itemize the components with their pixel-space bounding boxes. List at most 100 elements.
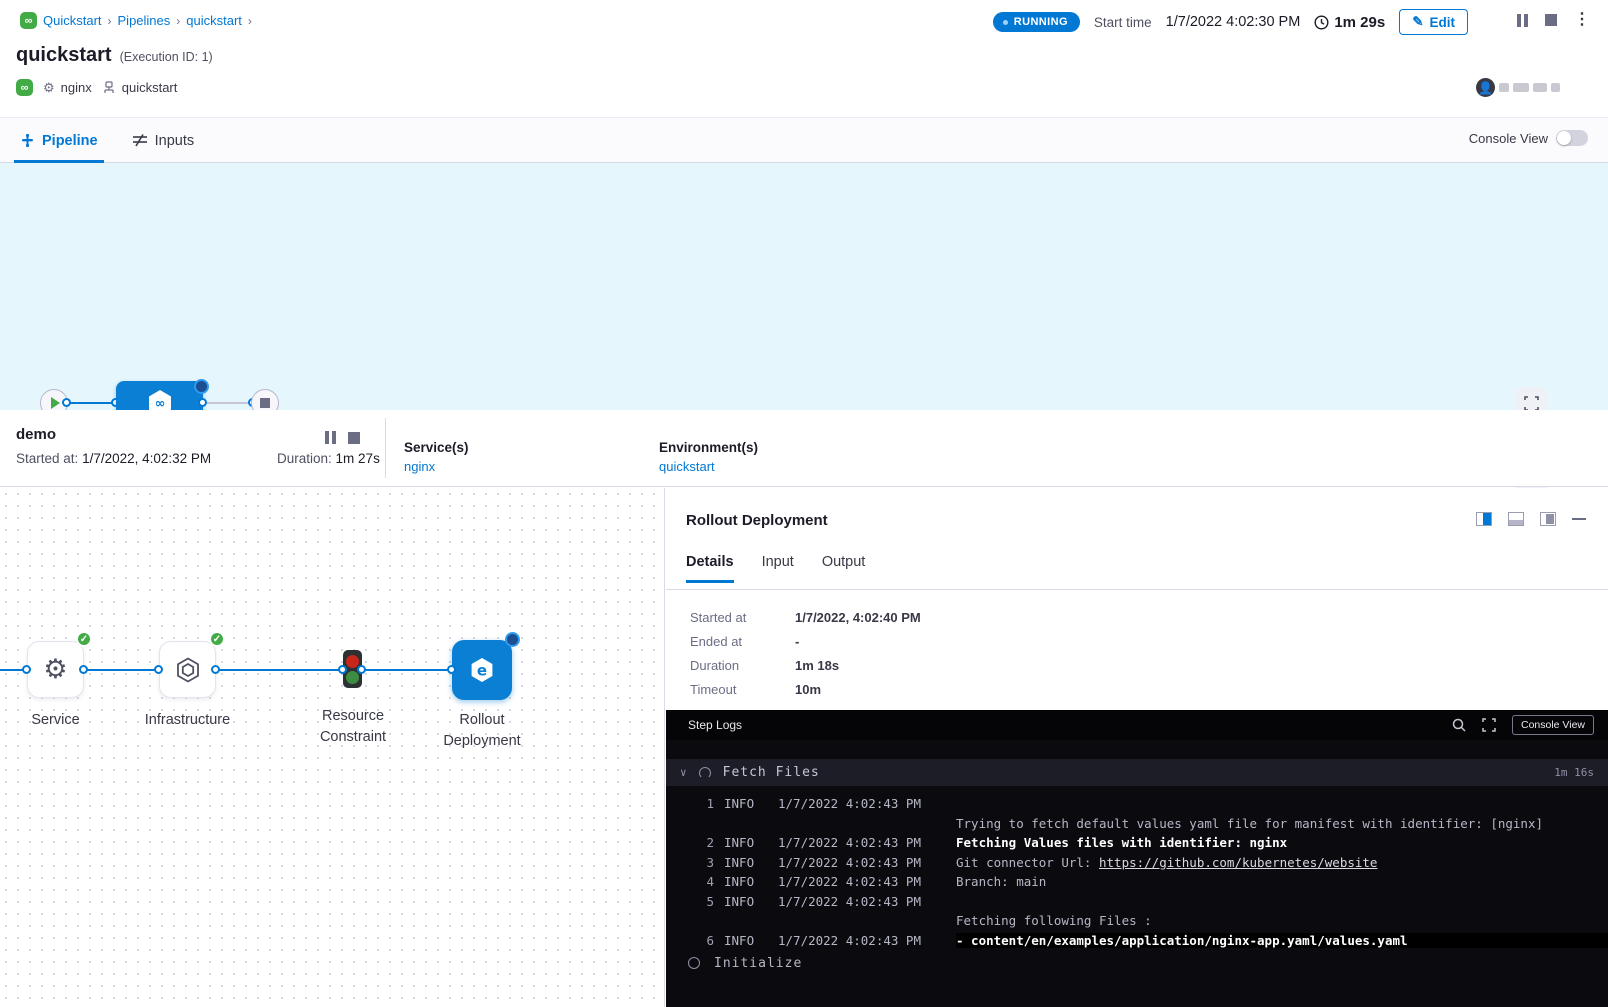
breadcrumb-separator: › (248, 14, 252, 28)
git-url-link[interactable]: https://github.com/kubernetes/website (1099, 855, 1377, 870)
step-details-table: Started at1/7/2022, 4:02:40 PM Ended at-… (690, 610, 921, 706)
gear-icon: ⚙ (43, 654, 67, 685)
view-tab-bar: Pipeline Inputs Console View (0, 117, 1608, 163)
duration-label: Duration: (277, 451, 332, 466)
play-icon (51, 397, 60, 409)
step-label-infrastructure: Infrastructure (122, 710, 253, 731)
step-node-rollout-deployment[interactable]: e (452, 640, 512, 700)
tab-inputs[interactable]: Inputs (132, 118, 195, 163)
detail-row: Duration1m 18s (690, 658, 921, 673)
log-line: 3INFO1/7/2022 4:02:43 PM Git connector U… (666, 853, 1608, 873)
breadcrumb-quickstart[interactable]: Quickstart (43, 13, 102, 28)
breadcrumb: ∞ Quickstart › Pipelines › quickstart › (20, 12, 252, 29)
service-tag[interactable]: ⚙ nginx (43, 80, 92, 96)
detail-row: Ended at- (690, 634, 921, 649)
layout-minimized-view-button[interactable] (1540, 512, 1556, 526)
service-link[interactable]: nginx (404, 459, 469, 474)
status-spinner-icon (1003, 20, 1008, 25)
log-section-initialize[interactable]: Initialize (666, 949, 1608, 977)
step-logs-panel: Step Logs Console View ∨ Fetch Files 1m … (666, 710, 1608, 1007)
gear-icon: ⚙ (43, 80, 55, 96)
breadcrumb-separator: › (176, 14, 180, 28)
connector-dot (211, 665, 220, 674)
log-line: Trying to fetch default values yaml file… (666, 814, 1608, 834)
stage-pause-button[interactable] (325, 431, 336, 444)
status-badge: RUNNING (993, 12, 1080, 32)
avatar-icon: 👤 (1476, 78, 1495, 97)
tab-input[interactable]: Input (762, 554, 794, 583)
log-line: 6INFO1/7/2022 4:02:43 PM- content/en/exa… (666, 931, 1608, 951)
abort-button[interactable] (1545, 14, 1557, 26)
start-time-value: 1/7/2022 4:02:30 PM (1166, 14, 1301, 30)
log-section-fetch-files[interactable]: ∨ Fetch Files 1m 16s (666, 759, 1608, 786)
tab-pipeline[interactable]: Pipeline (20, 118, 98, 163)
search-icon[interactable] (1452, 718, 1466, 732)
expand-icon[interactable] (1482, 718, 1496, 732)
pause-button[interactable] (1517, 14, 1528, 27)
elapsed-time: 1m 29s (1314, 14, 1385, 31)
start-time-label: Start time (1094, 15, 1152, 30)
environments-label: Environment(s) (659, 440, 758, 455)
duration-value: 1m 27s (336, 451, 380, 466)
connector-dot (79, 665, 88, 674)
loading-spinner-icon (699, 767, 711, 779)
step-node-infrastructure[interactable] (159, 641, 216, 698)
environment-link[interactable]: quickstart (659, 459, 758, 474)
redacted-text (1533, 83, 1547, 92)
svg-text:e: e (477, 662, 487, 680)
pending-circle-icon (688, 957, 700, 969)
log-lines[interactable]: 1INFO1/7/2022 4:02:43 PM Trying to fetch… (666, 794, 1608, 950)
traffic-light-red-icon (346, 655, 359, 668)
tab-output[interactable]: Output (822, 554, 866, 583)
step-node-service[interactable]: ⚙ (27, 641, 84, 698)
inputs-icon (132, 133, 148, 148)
breadcrumb-separator: › (108, 14, 112, 28)
more-options-button[interactable]: ⋮ (1574, 12, 1590, 28)
layout-bottom-view-button[interactable] (1508, 512, 1524, 526)
environment-tag[interactable]: quickstart (102, 80, 178, 95)
fullscreen-icon (1524, 396, 1539, 411)
service-tag-label: nginx (61, 80, 92, 95)
success-check-icon: ✓ (209, 631, 225, 647)
execution-graph-canvas[interactable]: ⚙ ✓ ✓ e Service Infrastructure ResourceC… (0, 488, 665, 1007)
success-check-icon: ✓ (76, 631, 92, 647)
step-detail-panel: Rollout Deployment Details Input Output … (666, 488, 1608, 1007)
step-label-rollout-deployment: RolloutDeployment (432, 710, 532, 752)
user-info: 👤 (1476, 78, 1560, 97)
minimize-panel-button[interactable] (1572, 518, 1586, 520)
detail-row: Started at1/7/2022, 4:02:40 PM (690, 610, 921, 625)
tab-details[interactable]: Details (686, 554, 734, 583)
traffic-light-green-icon (346, 671, 359, 684)
log-line: 2INFO1/7/2022 4:02:43 PMFetching Values … (666, 833, 1608, 853)
log-section-duration: 1m 16s (1554, 766, 1594, 779)
connector-dot (198, 398, 207, 407)
stage-stop-button[interactable] (348, 432, 360, 444)
started-at-value: 1/7/2022, 4:02:32 PM (82, 451, 211, 466)
stage-summary-bar: demo Started at: 1/7/2022, 4:02:32 PM Du… (0, 410, 1608, 487)
clock-icon (1314, 15, 1329, 30)
log-section-name: Fetch Files (723, 765, 820, 780)
running-spinner-icon (194, 379, 209, 394)
environment-tag-label: quickstart (122, 80, 178, 95)
console-view-toggle[interactable] (1556, 130, 1588, 146)
pipeline-canvas[interactable]: ∞ demo (0, 163, 1608, 410)
stage-name: demo (16, 426, 56, 443)
step-label-service: Service (7, 710, 104, 731)
connector-dot (357, 665, 366, 674)
edit-button[interactable]: ✎ Edit (1399, 9, 1468, 35)
log-line: 5INFO1/7/2022 4:02:43 PM (666, 892, 1608, 912)
pipeline-icon (20, 133, 35, 148)
redacted-text (1551, 83, 1560, 92)
connector-dot (22, 665, 31, 674)
started-at-label: Started at: (16, 451, 78, 466)
breadcrumb-pipelines[interactable]: Pipelines (118, 13, 171, 28)
redacted-text (1499, 83, 1509, 92)
running-spinner-icon (505, 632, 520, 647)
log-line: 1INFO1/7/2022 4:02:43 PM (666, 794, 1608, 814)
layout-right-view-button[interactable] (1476, 512, 1492, 526)
step-logs-title: Step Logs (688, 718, 742, 732)
breadcrumb-pipeline-name[interactable]: quickstart (186, 13, 242, 28)
logs-console-view-button[interactable]: Console View (1512, 715, 1594, 735)
stop-icon (260, 398, 270, 408)
step-label-resource-constraint: ResourceConstraint (303, 706, 403, 748)
